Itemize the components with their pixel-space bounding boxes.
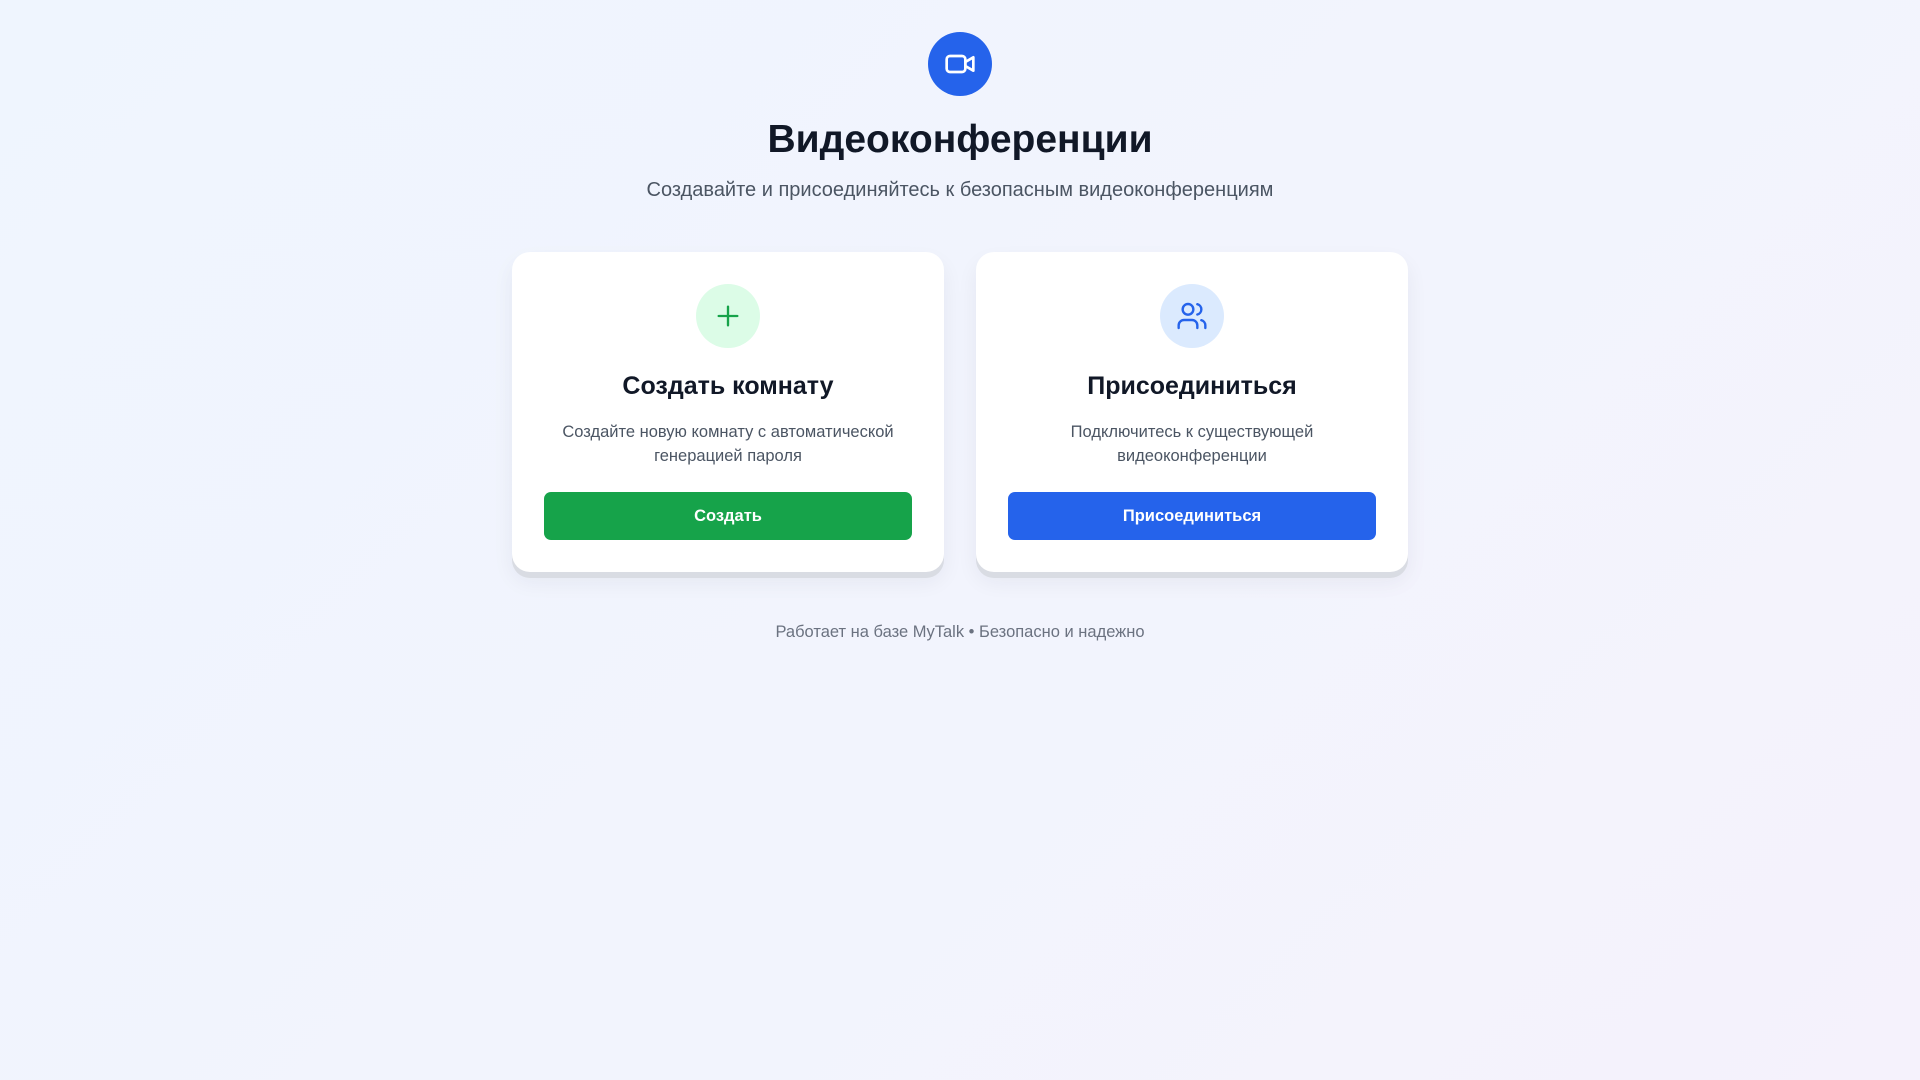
page-subtitle: Создавайте и присоединяйтесь к безопасны…: [646, 179, 1274, 201]
create-room-card: Создать комнату Создайте новую комнату с…: [512, 252, 944, 572]
create-room-description: Создайте новую комнату с автоматической …: [562, 423, 894, 465]
join-button[interactable]: Присоединиться: [1008, 492, 1376, 540]
create-room-title: Создать комнату: [622, 372, 834, 400]
video-camera-icon: [928, 32, 992, 96]
footer-text: Работает на базе MyTalk • Безопасно и на…: [775, 623, 1145, 641]
users-icon: [1160, 284, 1224, 348]
join-room-description: Подключитесь к существующей видеоконфере…: [1070, 423, 1314, 465]
page-title: Видеоконференции: [767, 118, 1153, 161]
create-button[interactable]: Создать: [544, 492, 912, 540]
landing-page: Видеоконференции Создавайте и присоединя…: [0, 0, 1920, 1080]
plus-icon: [696, 284, 760, 348]
join-room-card: Присоединиться Подключитесь к существующ…: [976, 252, 1408, 572]
join-room-title: Присоединиться: [1087, 372, 1297, 400]
